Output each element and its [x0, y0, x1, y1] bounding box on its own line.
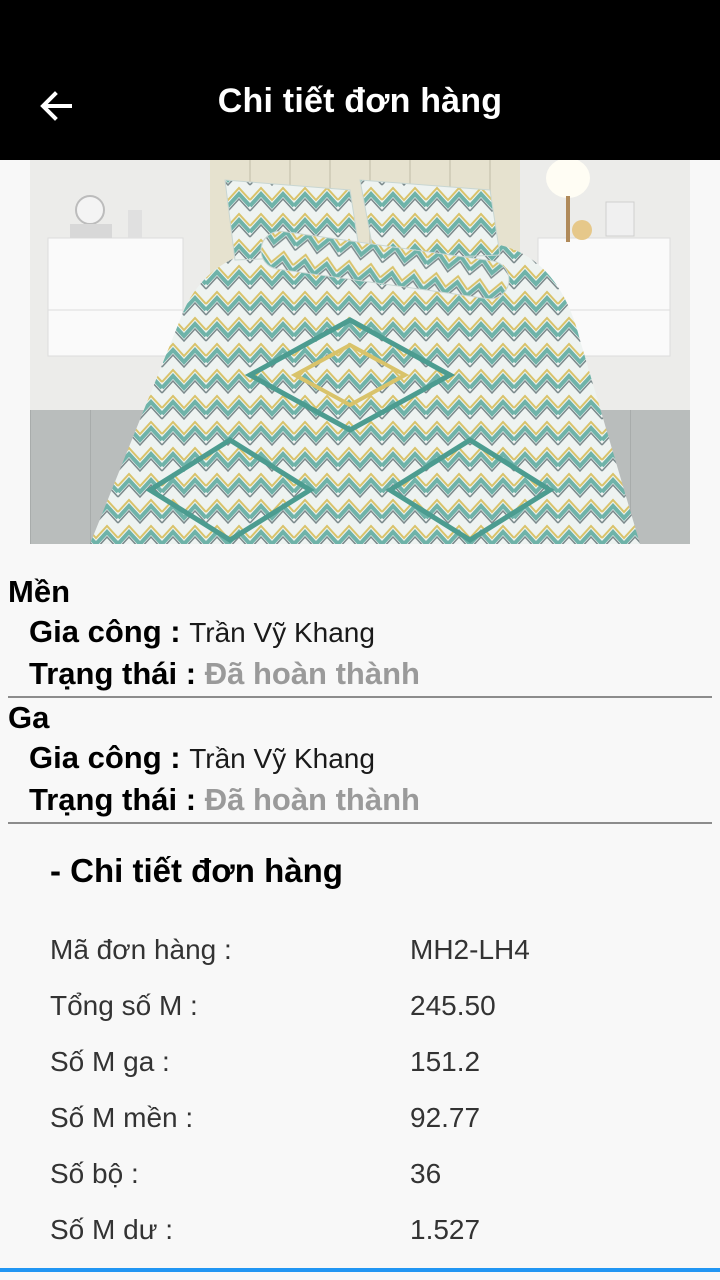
detail-value: 36: [410, 1158, 442, 1189]
divider: [8, 696, 712, 698]
worker-label: Gia công :: [29, 740, 181, 775]
bottom-accent-line: [0, 1268, 720, 1272]
detail-value: 151.2: [410, 1046, 481, 1077]
detail-label: Số M dư :: [50, 1214, 174, 1245]
order-detail-title: - Chi tiết đơn hàng: [50, 852, 343, 889]
status-value: Đã hoàn thành: [204, 656, 420, 691]
page-title: Chi tiết đơn hàng: [217, 82, 503, 120]
app-bar: Chi tiết đơn hàng: [0, 0, 720, 160]
status-label: Trạng thái :: [29, 656, 197, 691]
detail-value: MH2-LH4: [410, 934, 530, 965]
worker-label: Gia công :: [29, 614, 181, 649]
divider: [8, 822, 712, 824]
status-label: Trạng thái :: [29, 782, 197, 817]
worker-value: Trần Vỹ Khang: [189, 617, 375, 648]
status-row: Trạng thái : Đã hoàn thành: [29, 782, 420, 818]
detail-label: Số bộ :: [50, 1158, 139, 1189]
item-type-label: Mền: [8, 574, 70, 609]
detail-row-total-m: Tổng số M : 245.50: [0, 990, 720, 1030]
worker-row: Gia công : Trần Vỹ Khang: [29, 614, 375, 650]
status-value: Đã hoàn thành: [204, 782, 420, 817]
detail-label: Số M mền :: [50, 1102, 194, 1133]
detail-row-sheet-m: Số M ga : 151.2: [0, 1046, 720, 1086]
detail-row-sets: Số bộ : 36: [0, 1158, 720, 1198]
detail-label: Mã đơn hàng :: [50, 934, 232, 965]
product-image: [30, 160, 690, 544]
detail-row-quilt-m: Số M mền : 92.77: [0, 1102, 720, 1142]
worker-row: Gia công : Trần Vỹ Khang: [29, 740, 375, 776]
status-row: Trạng thái : Đã hoàn thành: [29, 656, 420, 692]
detail-row-remaining-m: Số M dư : 1.527: [0, 1214, 720, 1254]
detail-label: Tổng số M :: [50, 990, 198, 1021]
item-type-label: Ga: [8, 700, 50, 735]
detail-row-order-code: Mã đơn hàng : MH2-LH4: [0, 934, 720, 974]
detail-value: 92.77: [410, 1102, 481, 1133]
worker-value: Trần Vỹ Khang: [189, 743, 375, 774]
detail-label: Số M ga :: [50, 1046, 170, 1077]
detail-value: 245.50: [410, 990, 496, 1021]
detail-value: 1.527: [410, 1214, 481, 1245]
